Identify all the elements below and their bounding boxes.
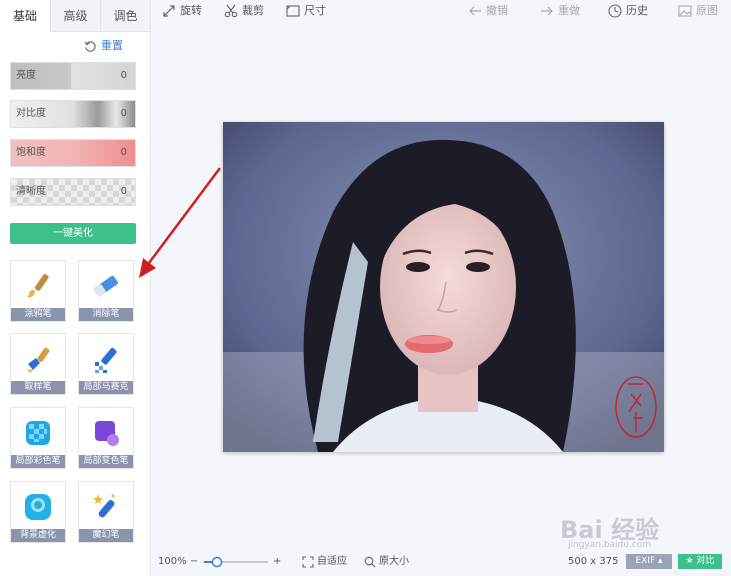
compare-button[interactable]: ★ 对比 [678,554,722,569]
clarity-slider[interactable]: 清晰度 0 [10,178,136,206]
contrast-slider[interactable]: 对比度 0 [10,100,136,128]
panel-tabs: 基础 高级 调色 [0,0,150,32]
actual-size-button[interactable]: 原大小 [364,552,409,572]
clock-icon [608,4,622,18]
image-dimensions: 500 x 375 [568,556,619,567]
fit-icon [302,556,314,568]
exif-label: EXIF [635,556,656,566]
saturation-value: 0 [120,147,127,158]
rotate-label: 旋转 [180,4,202,17]
brightness-label: 亮度 [16,70,36,81]
tool-label: 局部变色笔 [79,455,133,468]
undo-icon [469,6,481,16]
scissors-icon [224,4,238,18]
tool-label: 背景虚化 [11,529,65,542]
image-icon [678,5,692,17]
clarity-label: 清晰度 [16,186,46,197]
contrast-label: 对比度 [16,108,46,119]
tool-label: 局部马赛克 [79,381,133,394]
tool-local-recolor-pen[interactable]: 局部变色笔 [78,407,134,469]
reset-label: 重置 [101,39,123,52]
tool-magic-pen[interactable]: 魔幻笔 [78,481,134,543]
original-button[interactable]: 原图 [678,3,718,19]
redo-button[interactable]: 重做 [540,3,580,19]
crop-button[interactable]: 裁剪 [224,3,264,19]
tab-advanced[interactable]: 高级 [50,0,100,32]
top-toolbar: 旋转 裁剪 尺寸 撤销 重做 历史 原图 [150,0,731,22]
tool-local-color-pen[interactable]: 局部彩色笔 [10,407,66,469]
contrast-value: 0 [120,108,127,119]
zoom-level: 100% [158,556,187,567]
portrait-image [223,122,664,452]
paintbrush-icon [11,264,65,308]
zoom-out-button[interactable]: − [190,552,198,572]
zoom-slider-thumb [211,556,223,568]
original-label: 原图 [696,4,718,17]
reset-icon [84,40,96,52]
resize-icon [286,5,300,17]
tab-basic[interactable]: 基础 [0,0,50,32]
rotate-icon [163,5,175,17]
one-click-beautify-button[interactable]: 一键美化 [10,223,136,244]
zoom-in-button[interactable]: + [273,552,281,572]
rotate-button[interactable]: 旋转 [162,3,202,19]
brightness-value: 0 [120,70,127,81]
brightness-slider[interactable]: 亮度 0 [10,62,136,90]
recolor-pen-icon [79,411,133,455]
tool-label: 涂鸦笔 [11,308,65,321]
size-label: 尺寸 [304,4,326,17]
tab-color[interactable]: 调色 [100,0,150,32]
tool-doodle-pen[interactable]: 涂鸦笔 [10,260,66,322]
left-panel: 基础 高级 调色 重置 亮度 0 对比度 0 饱和度 0 清晰度 0 一键美化 … [0,0,151,576]
tool-background-blur[interactable]: 背景虚化 [10,481,66,543]
redo-label: 重做 [558,4,580,17]
tool-label: 魔幻笔 [79,529,133,542]
undo-button[interactable]: 撤销 [468,3,508,19]
photo-canvas[interactable] [223,122,664,452]
history-button[interactable]: 历史 [608,3,648,19]
size-button[interactable]: 尺寸 [286,3,326,19]
tool-label: 取样笔 [11,381,65,394]
saturation-label: 饱和度 [16,147,46,158]
actual-size-label: 原大小 [379,556,409,567]
history-label: 历史 [626,4,648,17]
tool-local-mosaic[interactable]: 局部马赛克 [78,333,134,395]
sample-brush-icon [11,337,65,381]
undo-label: 撤销 [486,4,508,17]
clarity-value: 0 [120,186,127,197]
bottom-bar: 100% − + 自适应 原大小 500 x 375 EXIF ▴ ★ 对比 [150,552,731,572]
compare-label: 对比 [696,556,715,566]
color-pen-icon [11,411,65,455]
exif-button[interactable]: EXIF ▴ [626,554,672,569]
tool-label: 消除笔 [79,308,133,321]
tool-eraser-pen[interactable]: 消除笔 [78,260,134,322]
compare-icon: ★ [685,556,694,566]
zoom-slider-track [204,556,268,568]
redo-icon [541,6,553,16]
eraser-icon [79,264,133,308]
baidu-watermark-url: jingyan.baidu.com [568,540,652,550]
magic-pen-icon [79,485,133,529]
fit-button[interactable]: 自适应 [302,552,347,572]
tool-sample-pen[interactable]: 取样笔 [10,333,66,395]
fit-label: 自适应 [317,556,347,567]
saturation-slider[interactable]: 饱和度 0 [10,139,136,167]
tool-label: 局部彩色笔 [11,455,65,468]
reset-button[interactable]: 重置 [84,38,123,54]
blur-icon [11,485,65,529]
zoom-slider[interactable] [204,552,268,572]
mosaic-pen-icon [79,337,133,381]
crop-label: 裁剪 [242,4,264,17]
magnifier-icon [364,556,376,568]
